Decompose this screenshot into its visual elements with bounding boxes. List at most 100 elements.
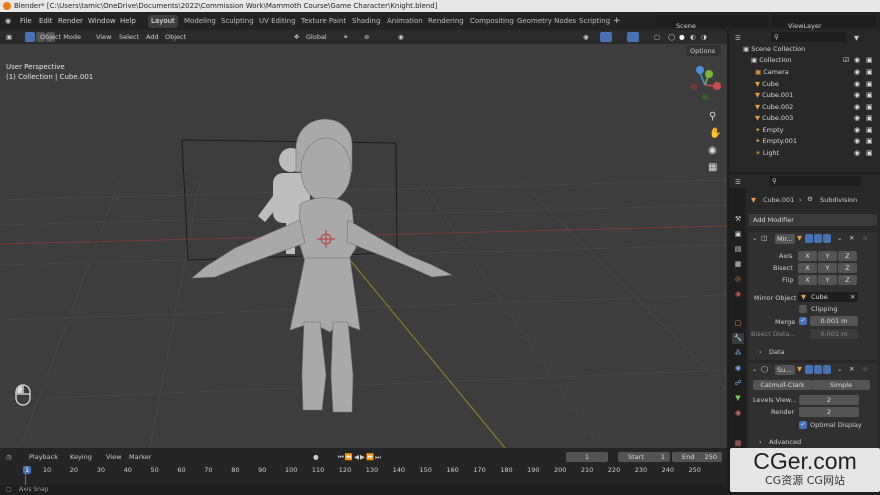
on-cage-icon[interactable] xyxy=(805,234,813,243)
modifiers-tab-icon[interactable]: 🔧 xyxy=(732,333,744,344)
object-tab-icon[interactable]: ▢ xyxy=(732,318,744,329)
world-tab-icon[interactable]: ◉ xyxy=(732,289,744,300)
data-expand-icon[interactable]: › xyxy=(759,348,762,356)
on-cage-icon[interactable] xyxy=(805,365,813,374)
show-viewport-icon[interactable] xyxy=(814,234,822,243)
outliner-row-empty[interactable]: ✦ Empty ◉ ▣ xyxy=(729,125,880,136)
subsurf-name-field[interactable]: Su... xyxy=(775,365,795,375)
properties-search-input[interactable]: ⚲ xyxy=(769,176,861,186)
collection-checkbox[interactable]: ☑ xyxy=(843,55,849,66)
tab-geometry-nodes[interactable]: Geometry Nodes xyxy=(514,15,579,28)
outliner-row-cube-002[interactable]: ▼ Cube.002 ◉ ▣ xyxy=(729,102,880,113)
render-camera-icon[interactable]: ▣ xyxy=(866,136,873,147)
transform-orientation[interactable]: Global xyxy=(306,32,327,42)
constraints-tab-icon[interactable]: ☍ xyxy=(732,378,744,389)
render-tab-icon[interactable]: ▣ xyxy=(732,229,744,240)
tab-uv-editing[interactable]: UV Editing xyxy=(256,15,299,28)
edit-mode-icon[interactable]: ▼ xyxy=(797,365,802,373)
modifier-menu-icon[interactable]: ⌄ xyxy=(837,234,842,242)
menu-edit[interactable]: Edit xyxy=(39,12,53,30)
gizmo-toggle-icon[interactable] xyxy=(600,32,612,42)
zoom-icon[interactable]: ⚲ xyxy=(709,111,716,122)
show-render-icon[interactable] xyxy=(823,365,831,374)
scene-collection-row[interactable]: ▣ Scene Collection xyxy=(729,44,880,55)
viewport-menu-select[interactable]: Select xyxy=(119,32,139,42)
optimal-display-checkbox[interactable]: ✓ xyxy=(799,421,807,429)
tab-modeling[interactable]: Modeling xyxy=(181,15,219,28)
visibility-icon[interactable]: ◉ xyxy=(583,32,589,42)
remove-modifier-icon[interactable]: ✕ xyxy=(849,365,854,373)
axis-z-toggle[interactable]: Z xyxy=(838,251,857,261)
outliner-editor-icon[interactable]: ☰ xyxy=(735,33,741,43)
editor-type-icon[interactable]: ▣ xyxy=(6,32,12,42)
proportional-edit-icon[interactable]: ◉ xyxy=(398,32,404,42)
tab-compositing[interactable]: Compositing xyxy=(467,15,517,28)
3d-viewport[interactable]: ▣ Object Mode View Select Add Object ✥ G… xyxy=(0,30,727,448)
advanced-expand-icon[interactable]: › xyxy=(759,438,762,446)
eye-icon[interactable]: ◉ xyxy=(854,113,860,124)
snapping-icon[interactable]: ⊛ xyxy=(364,32,369,42)
physics-tab-icon[interactable]: ◉ xyxy=(732,363,744,374)
outliner-row-empty-001[interactable]: ✦ Empty.001 ◉ ▣ xyxy=(729,136,880,147)
overlay-toggle-icon[interactable] xyxy=(627,32,639,42)
outliner[interactable]: ☰ ⚲ ▼ ▣ Scene Collection ▣ Collection ☑ … xyxy=(729,30,880,172)
merge-checkbox[interactable]: ✓ xyxy=(799,317,807,325)
bisect-distance-field[interactable]: 0.001 m xyxy=(810,329,858,339)
modifier-menu-icon[interactable]: ⌄ xyxy=(837,365,842,373)
show-viewport-icon[interactable] xyxy=(814,365,822,374)
timeline-menu-playback[interactable]: Playback xyxy=(29,452,58,462)
collection-row[interactable]: ▣ Collection ☑ ◉ ▣ xyxy=(729,55,880,66)
particles-tab-icon[interactable]: ⁂ xyxy=(732,348,744,359)
frame-ruler[interactable]: 1 10 20 30 40 50 60 70 80 90 100 110 120 130 140 150 160… xyxy=(0,465,727,477)
eye-icon[interactable]: ◉ xyxy=(854,125,860,136)
eye-icon[interactable]: ◉ xyxy=(854,67,860,78)
viewport-scene[interactable] xyxy=(0,30,727,448)
data-subpanel[interactable]: Data xyxy=(769,348,785,356)
bisect-z-toggle[interactable]: Z xyxy=(838,263,857,273)
add-workspace-icon[interactable]: + xyxy=(613,12,621,30)
drag-handle-icon[interactable]: ⁞⁞ xyxy=(863,234,867,242)
merge-distance-field[interactable]: 0.001 m xyxy=(810,316,858,326)
expand-chevron-icon[interactable]: ⌄ xyxy=(752,234,757,242)
viewport-menu-view[interactable]: View xyxy=(96,32,111,42)
timeline-editor-icon[interactable]: ◷ xyxy=(6,452,12,462)
edit-mode-icon[interactable]: ▼ xyxy=(797,234,802,242)
timeline-menu-keying[interactable]: Keying xyxy=(70,452,92,462)
eye-icon[interactable]: ◉ xyxy=(854,148,860,159)
drag-handle-icon[interactable]: ⁞⁞ xyxy=(863,365,867,373)
viewport-menu-add[interactable]: Add xyxy=(146,32,159,42)
shading-solid-icon[interactable]: ● xyxy=(679,32,685,42)
advanced-subpanel[interactable]: Advanced xyxy=(769,438,801,446)
camera-view-icon[interactable]: ◉ xyxy=(708,145,717,156)
viewport-menu-object[interactable]: Object xyxy=(165,32,186,42)
tab-sculpting[interactable]: Sculpting xyxy=(218,15,257,28)
outliner-row-cube-001[interactable]: ▼ Cube.001 ◉ ▣ xyxy=(729,90,880,101)
scene-selector[interactable]: Scene xyxy=(656,15,768,30)
eye-icon[interactable]: ◉ xyxy=(854,90,860,101)
mirror-name-field[interactable]: Mir... xyxy=(775,234,795,244)
current-frame[interactable]: 1 xyxy=(566,452,608,462)
flip-z-toggle[interactable]: Z xyxy=(838,275,857,285)
tab-rendering[interactable]: Rendering xyxy=(425,15,467,28)
navigation-gizmo[interactable] xyxy=(685,63,725,103)
clear-mirror-object-icon[interactable]: ✕ xyxy=(850,292,855,302)
bisect-y-toggle[interactable]: Y xyxy=(818,263,837,273)
outliner-row-light[interactable]: ☀ Light ◉ ▣ xyxy=(729,148,880,159)
axis-x-toggle[interactable]: X xyxy=(798,251,817,261)
record-icon[interactable]: ● xyxy=(313,452,319,462)
timeline-menu-view[interactable]: View xyxy=(106,452,121,462)
data-tab-icon[interactable]: ▼ xyxy=(732,393,744,404)
perspective-toggle-icon[interactable]: ▦ xyxy=(708,162,717,173)
material-tab-icon[interactable]: ◉ xyxy=(732,408,744,419)
menu-render[interactable]: Render xyxy=(58,12,83,30)
frame-end-field[interactable]: End 250 xyxy=(672,452,722,462)
pivot-point-icon[interactable]: ⚭ xyxy=(343,32,348,42)
menu-file[interactable]: File xyxy=(20,12,32,30)
show-render-icon[interactable] xyxy=(823,234,831,243)
shading-rendered-icon[interactable]: ◑ xyxy=(701,32,707,42)
properties-editor[interactable]: ☰ ⚲ ⚒ ▣ ▤ ▦ ◎ ◉ ▢ 🔧 ⁂ ◉ ☍ ▼ ◉ ▦ ▼ Cube.0… xyxy=(729,174,880,448)
add-modifier-button[interactable]: Add Modifier xyxy=(749,214,877,226)
xray-icon[interactable]: ▢ xyxy=(654,32,660,42)
eye-icon[interactable]: ◉ xyxy=(854,102,860,113)
pan-hand-icon[interactable]: ✋ xyxy=(709,128,721,139)
